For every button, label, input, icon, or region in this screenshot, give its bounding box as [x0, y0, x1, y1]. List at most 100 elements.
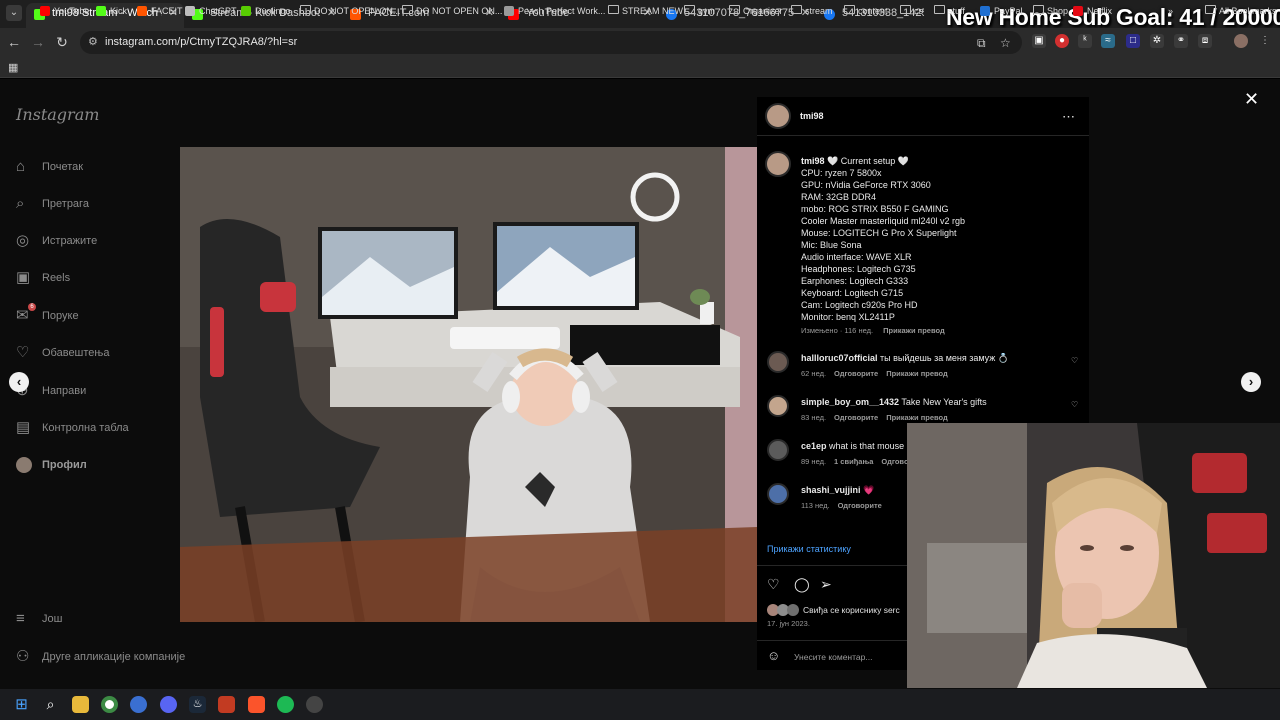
bookmark-item[interactable]: DO NOT OPEN ON...	[300, 4, 400, 18]
nav-reels[interactable]: ▣ Reels	[16, 267, 70, 289]
like-comment-icon[interactable]: ♡	[1071, 356, 1078, 365]
address-bar[interactable]: ⚙ instagram.com/p/CtmyTZQJRA8/?hl=sr ⧉ ☆	[80, 31, 1022, 54]
instagram-logo[interactable]: Instagram	[16, 105, 99, 124]
tab-search-button[interactable]: ⌄	[6, 5, 22, 21]
comment-username[interactable]: ce1ep	[801, 441, 827, 451]
obs-icon[interactable]	[306, 696, 323, 713]
author-avatar[interactable]	[765, 151, 791, 177]
bookmark-item[interactable]: PayPal	[980, 4, 1023, 18]
view-insights-link[interactable]: Прикажи статистику	[767, 544, 851, 554]
bookmark-item[interactable]: YouTube	[40, 4, 89, 18]
caption-line: Mic: Blue Sona	[801, 240, 862, 250]
site-info-icon[interactable]: ⚙	[88, 35, 98, 48]
bookmark-item[interactable]: gym	[684, 4, 715, 18]
nav-meta-apps[interactable]: ⚇ Друге апликације компаније	[16, 646, 185, 668]
spotify-icon[interactable]	[277, 696, 294, 713]
author-avatar[interactable]	[765, 103, 791, 129]
comment-input[interactable]: Унесите коментар...	[794, 652, 872, 662]
extension-icon[interactable]: ▣	[1032, 34, 1046, 48]
extension-icon[interactable]: □	[1126, 34, 1140, 48]
commenter-avatar[interactable]	[767, 351, 789, 373]
bookmark-star-icon[interactable]: ☆	[1000, 36, 1011, 50]
reload-icon[interactable]: ↻	[54, 34, 70, 50]
forward-icon[interactable]: →	[30, 34, 46, 50]
bookmark-item[interactable]: Duolingo	[241, 4, 291, 18]
bookmark-item[interactable]: Organizer	[729, 4, 783, 18]
bookmark-item[interactable]: ChatGPT	[185, 4, 237, 18]
nav-dashboard[interactable]: ▤ Контролна табла	[16, 417, 129, 439]
puzzle-icon[interactable]: ⧈	[1198, 34, 1212, 48]
windows-start-icon[interactable]: ⊞	[13, 696, 30, 713]
bookmark-label: Netflix	[1087, 6, 1113, 16]
nav-profile[interactable]: Профил	[16, 454, 87, 476]
caption-author[interactable]: tmi98	[801, 156, 825, 166]
app-icon[interactable]	[130, 696, 147, 713]
extension-icon[interactable]: ✲	[1150, 34, 1164, 48]
all-bookmarks[interactable]: All Bookmarks	[1205, 4, 1277, 18]
share-icon[interactable]: ➢	[820, 576, 832, 593]
bookmark-item[interactable]: STREAM NEW	[608, 4, 683, 18]
bookmark-item[interactable]: stuff	[934, 4, 965, 18]
like-comment-icon[interactable]: ♡	[1071, 400, 1078, 409]
compass-icon: ◎	[16, 232, 30, 249]
profile-avatar[interactable]	[1234, 34, 1248, 48]
show-translation-link[interactable]: Прикажи превод	[883, 326, 945, 335]
reply-link[interactable]: Одговорите	[834, 369, 878, 378]
apps-grid-icon[interactable]: ▦	[8, 61, 18, 74]
more-options-icon[interactable]: ⋯	[1062, 109, 1075, 125]
bookmark-item[interactable]: Peach Perfect Work...	[504, 4, 605, 18]
nav-messages[interactable]: ✉ 6 Поруке	[16, 303, 79, 327]
post-photo[interactable]	[180, 147, 757, 622]
author-username[interactable]: tmi98	[800, 111, 824, 121]
brave-icon[interactable]	[248, 696, 265, 713]
reply-link[interactable]: Одгово	[881, 457, 908, 466]
bookmark-item[interactable]: DO NOT OPEN ON...	[402, 4, 502, 18]
nav-search[interactable]: ⌕ Претрага	[16, 193, 89, 215]
file-explorer-icon[interactable]	[72, 696, 89, 713]
nav-home[interactable]: ⌂ Почетак	[16, 156, 83, 178]
install-app-icon[interactable]: ⧉	[977, 36, 986, 51]
bookmark-item[interactable]: Kick	[96, 4, 127, 18]
bookmark-item[interactable]: content	[844, 4, 888, 18]
nav-explore[interactable]: ◎ Истражите	[16, 230, 97, 252]
extension-icon[interactable]: ᵏ	[1078, 34, 1092, 48]
search-icon[interactable]: ⌕	[42, 696, 59, 713]
app-icon[interactable]	[218, 696, 235, 713]
next-post-button[interactable]: ›	[1241, 372, 1261, 392]
all-bookmarks-label: All Bookmarks	[1219, 6, 1277, 16]
show-translation-link[interactable]: Прикажи превод	[886, 369, 948, 378]
extension-icon[interactable]: ≈	[1101, 34, 1115, 48]
comment-likes[interactable]: 1 свиђања	[834, 457, 873, 466]
comment-username[interactable]: shashi_vujjini	[801, 485, 861, 495]
extension-icon[interactable]: ⚭	[1174, 34, 1188, 48]
like-icon[interactable]: ♡	[767, 576, 780, 593]
discord-icon[interactable]	[160, 696, 177, 713]
menu-icon[interactable]: ⋮	[1258, 34, 1272, 48]
bookmark-item[interactable]: Netflix	[1073, 4, 1112, 18]
comment-username[interactable]: simple_boy_om__1432	[801, 397, 899, 407]
bookmark-item[interactable]: stream	[791, 4, 833, 18]
reply-link[interactable]: Одговорите	[834, 413, 878, 422]
reply-link[interactable]: Одговорите	[838, 501, 882, 510]
steam-icon[interactable]: ♨	[189, 696, 206, 713]
close-icon[interactable]: ✕	[1244, 89, 1259, 110]
bookmark-item[interactable]: cs	[900, 4, 923, 18]
previous-post-button[interactable]: ‹	[9, 372, 29, 392]
nav-more[interactable]: ≡ Још	[16, 608, 62, 630]
back-icon[interactable]: ←	[6, 34, 22, 50]
bookmark-item[interactable]: FACEIT	[137, 4, 183, 18]
commenter-avatar[interactable]	[767, 439, 789, 461]
show-translation-link[interactable]: Прикажи превод	[886, 413, 948, 422]
commenter-avatar[interactable]	[767, 395, 789, 417]
emoji-icon[interactable]: ☺	[767, 648, 780, 663]
bookmark-label: PayPal	[994, 6, 1023, 16]
comment-icon[interactable]: ◯	[794, 576, 810, 593]
commenter-avatar[interactable]	[767, 483, 789, 505]
comment-username[interactable]: hallloruc07official	[801, 353, 878, 363]
nav-notifications[interactable]: ♡ Обавештења	[16, 342, 109, 364]
chrome-icon[interactable]	[101, 696, 118, 713]
bookmark-item[interactable]: Shop	[1033, 4, 1068, 18]
liked-by-text[interactable]: Свиђа се кориснику serc	[803, 605, 900, 615]
extension-icon[interactable]: ●	[1055, 34, 1069, 48]
more-bookmarks-icon[interactable]: »	[1168, 4, 1173, 18]
